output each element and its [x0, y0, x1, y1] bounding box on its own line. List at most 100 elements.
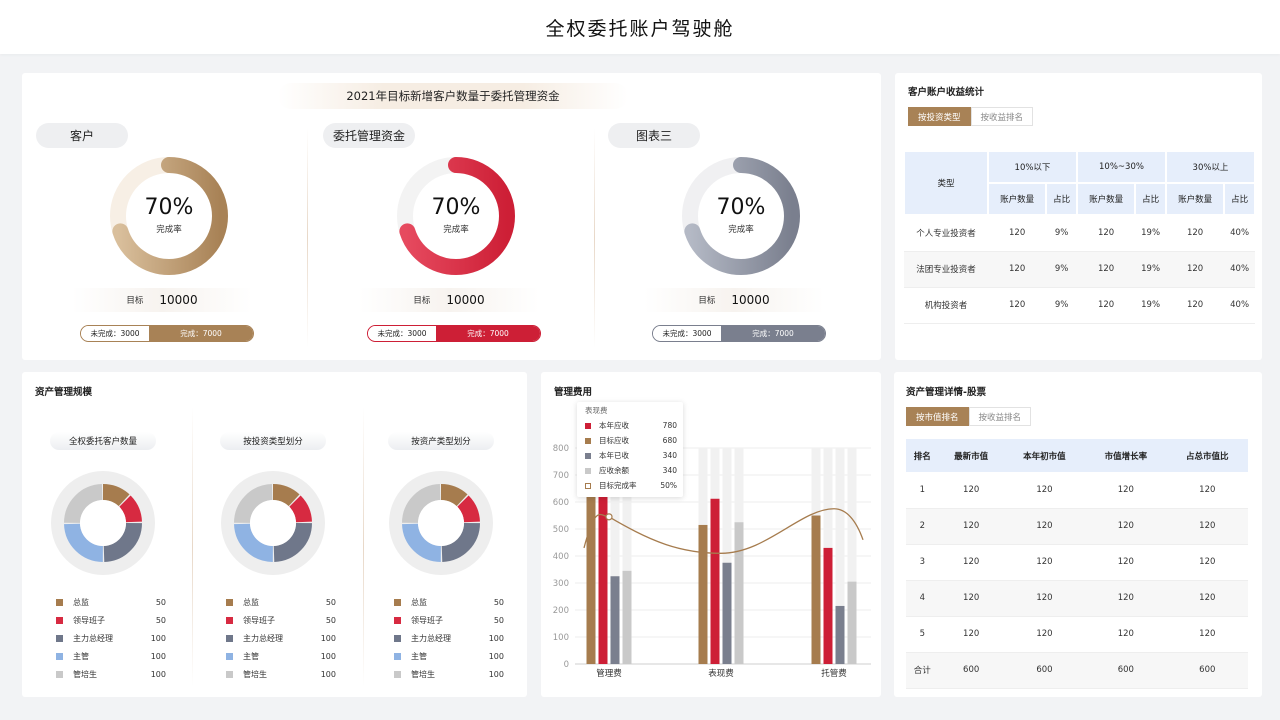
bar[interactable] [722, 562, 732, 664]
table-cell: 120 [1165, 215, 1225, 252]
completion-label: 完成率 [443, 225, 469, 235]
table-cell: 120 [938, 472, 1004, 509]
column-header: 排名 [906, 439, 939, 472]
tooltip-name: 目标完成率 [599, 481, 637, 490]
legend-swatch [394, 598, 401, 606]
table-cell: 120 [938, 616, 1004, 653]
table-cell: 1 [906, 472, 939, 509]
line-point[interactable] [605, 513, 613, 521]
legend-value: 100 [150, 633, 166, 643]
table-cell: 19% [1135, 215, 1166, 252]
donut-chart [221, 471, 325, 575]
table-cell: 40% [1224, 287, 1255, 324]
tab-by-income-rank[interactable]: 按收益排名 [968, 407, 1032, 426]
legend-value: 50 [493, 597, 504, 607]
table-cell: 120 [1165, 251, 1225, 288]
ring-center: 70% 完成率 [395, 155, 517, 277]
pie-hole [418, 500, 464, 546]
tab-by-investment-type[interactable]: 按投资类型 [908, 107, 971, 126]
legend-item: 管培生 100 [394, 665, 504, 683]
col-count: 账户数量 [986, 182, 1048, 216]
legend-value: 100 [488, 651, 504, 661]
legend-value: 100 [488, 669, 504, 679]
table-row: 3 120 120 120 120 [906, 544, 1248, 581]
col-group: 10%~30% [1075, 150, 1167, 184]
table-cell: 40% [1224, 215, 1255, 252]
tooltip-row: 本年应收 780 [585, 418, 677, 433]
table-cell: 120 [1166, 472, 1248, 509]
goal-label: 图表三 [608, 123, 700, 148]
bar[interactable] [847, 581, 857, 664]
table-cell: 19% [1135, 251, 1166, 288]
y-tick-label: 700 [553, 471, 569, 481]
table-row: 1 120 120 120 120 [906, 472, 1248, 509]
legend-name: 领导班子 [243, 615, 275, 625]
bar[interactable] [734, 522, 744, 664]
legend-swatch [394, 670, 401, 678]
bar[interactable] [811, 515, 821, 665]
bar[interactable] [698, 524, 708, 664]
page-header: 全权委托账户驾驶舱 [0, 0, 1280, 54]
stock-title: 资产管理详情-股票 [906, 387, 986, 398]
col-count: 账户数量 [1164, 182, 1226, 216]
goal-label: 客户 [36, 123, 128, 148]
completion-percent: 70% [144, 195, 194, 220]
legend-swatch [394, 652, 401, 660]
table-cell: 120 [1003, 580, 1086, 617]
tooltip-value: 340 [662, 451, 677, 460]
scale-title: 资产管理规模 [35, 387, 93, 398]
table-cell: 120 [988, 251, 1047, 288]
legend-value: 100 [150, 651, 166, 661]
table-cell: 600 [1085, 652, 1167, 689]
target-row: 目标 10000 [644, 288, 824, 312]
table-cell: 120 [1076, 215, 1136, 252]
pie-group: 按资产类型划分 总监 50 领导班子 50 主力总经理 100 主管 100 管… [364, 430, 530, 690]
tooltip-row: 目标完成率 50% [585, 478, 677, 493]
table-cell: 120 [1003, 544, 1086, 581]
tab-by-market-value[interactable]: 按市值排名 [906, 407, 969, 426]
divider [192, 407, 193, 687]
bar[interactable] [823, 547, 833, 664]
completion-percent: 70% [431, 195, 481, 220]
undone-segment: 未完成：3000 [81, 326, 149, 341]
table-row: 法团专业投资者 120 9% 120 19% 120 40% [904, 251, 1255, 288]
table-cell: 40% [1224, 251, 1255, 288]
bar[interactable] [586, 480, 596, 664]
legend-item: 主力总经理 100 [394, 629, 504, 647]
pie-legend: 总监 50 领导班子 50 主力总经理 100 主管 100 管培生 100 [56, 593, 166, 683]
bar[interactable] [610, 576, 620, 664]
table-cell: 19% [1135, 287, 1166, 324]
legend-swatch [394, 634, 401, 642]
income-tabs: 按投资类型 按收益排名 [908, 107, 1034, 126]
bar[interactable] [710, 498, 720, 664]
investor-type-cell: 机构投资者 [904, 287, 988, 324]
legend-value: 100 [488, 633, 504, 643]
table-cell: 2 [906, 508, 939, 545]
completion-progress: 未完成：3000 完成：7000 [80, 325, 254, 342]
table-row: 合计 600 600 600 600 [906, 652, 1248, 689]
table-cell: 120 [988, 287, 1047, 324]
target-label: 目标 [698, 296, 716, 306]
tab-by-income-rank[interactable]: 按收益排名 [970, 107, 1034, 126]
target-value: 10000 [159, 293, 198, 307]
table-cell: 120 [1166, 544, 1248, 581]
bar[interactable] [622, 570, 632, 664]
legend-name: 总监 [73, 597, 89, 607]
y-tick-label: 100 [553, 633, 569, 643]
table-cell: 120 [1085, 508, 1167, 545]
legend-value: 100 [320, 651, 336, 661]
tooltip-name: 本年已收 [599, 451, 629, 460]
pie-title: 全权委托客户数量 [50, 432, 156, 450]
y-tick-label: 0 [564, 660, 569, 670]
legend-swatch [56, 634, 63, 642]
legend-swatch [226, 634, 233, 642]
y-tick-label: 500 [553, 525, 569, 535]
legend-item: 主管 100 [56, 647, 166, 665]
col-group: 10%以下 [987, 150, 1078, 184]
table-cell: 5 [906, 616, 939, 653]
table-cell: 4 [906, 580, 939, 617]
tooltip-swatch [585, 422, 591, 429]
bar[interactable] [835, 605, 845, 664]
investor-type-cell: 法团专业投资者 [904, 251, 988, 288]
divider [594, 128, 595, 348]
